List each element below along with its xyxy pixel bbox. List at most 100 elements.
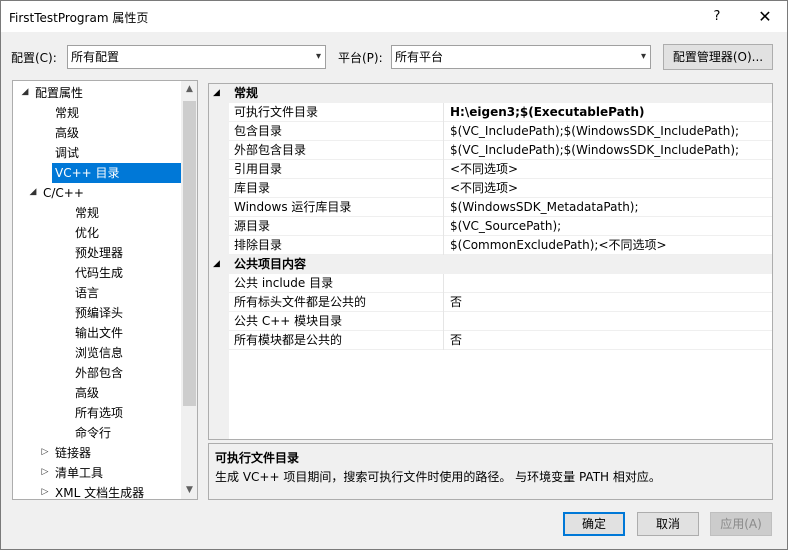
tree-item[interactable]: 常规 <box>72 203 99 223</box>
property-value[interactable]: $(CommonExcludePath);<不同选项> <box>450 236 770 255</box>
expand-icon[interactable]: ▷ <box>39 467 51 477</box>
tree-item[interactable]: 优化 <box>72 223 99 243</box>
property-value[interactable]: $(VC_SourcePath); <box>450 217 770 236</box>
platform-value: 所有平台 <box>395 50 444 64</box>
description-text: 生成 VC++ 项目期间，搜索可执行文件时使用的路径。 与环境变量 PATH 相… <box>215 470 661 484</box>
property-row[interactable]: 包含目录 $(VC_IncludePath);$(WindowsSDK_Inclu… <box>209 122 772 141</box>
property-value[interactable]: 否 <box>450 331 770 350</box>
scroll-thumb[interactable] <box>183 101 196 406</box>
row-margin <box>209 293 229 312</box>
row-margin <box>209 217 229 236</box>
scroll-up-icon[interactable]: ▲ <box>181 81 197 98</box>
tree-item[interactable]: 浏览信息 <box>72 343 123 363</box>
help-button[interactable]: ? <box>695 1 739 32</box>
row-margin <box>209 312 229 331</box>
property-row[interactable]: 所有标头文件都是公共的否 <box>209 293 772 312</box>
property-value[interactable]: 否 <box>450 293 770 312</box>
property-name: 库目录 <box>234 179 444 198</box>
property-value[interactable]: <不同选项> <box>450 179 770 198</box>
cancel-button[interactable]: 取消 <box>637 512 699 536</box>
title-bar: FirstTestProgram 属性页 ? ✕ <box>1 1 787 32</box>
platform-select[interactable]: 所有平台 ▾ <box>391 45 651 69</box>
tree-item[interactable]: 外部包含 <box>72 363 123 383</box>
expand-icon[interactable]: ▷ <box>39 447 51 457</box>
tree-item[interactable]: 语言 <box>72 283 99 303</box>
config-select[interactable]: 所有配置 ▾ <box>67 45 326 69</box>
property-row[interactable]: 外部包含目录 $(VC_IncludePath);$(WindowsSDK_Inc… <box>209 141 772 160</box>
tree-item[interactable]: VC++ 目录 <box>52 163 181 183</box>
property-value[interactable]: $(VC_IncludePath);$(WindowsSDK_IncludePa… <box>450 122 770 141</box>
property-value[interactable] <box>450 274 770 293</box>
tree-item[interactable]: 调试 <box>52 143 79 163</box>
property-row[interactable]: 库目录 <不同选项> <box>209 179 772 198</box>
property-row[interactable]: 公共 include 目录 <box>209 274 772 293</box>
property-value[interactable]: $(VC_IncludePath);$(WindowsSDK_IncludePa… <box>450 141 770 160</box>
collapse-icon[interactable]: ◢ <box>19 87 31 97</box>
tree-item[interactable]: 代码生成 <box>72 263 123 283</box>
row-margin <box>209 141 229 160</box>
apply-button[interactable]: 应用(A) <box>710 512 772 536</box>
row-margin <box>209 331 229 350</box>
property-row[interactable]: 源目录 $(VC_SourcePath); <box>209 217 772 236</box>
row-margin <box>209 198 229 217</box>
grid-margin <box>209 350 229 439</box>
tree-item[interactable]: 预处理器 <box>72 243 123 263</box>
property-name: 外部包含目录 <box>234 141 444 160</box>
tree-item[interactable]: 预编译头 <box>72 303 123 323</box>
collapse-icon[interactable]: ◢ <box>27 187 39 197</box>
property-row[interactable]: 可执行文件目录 H:\eigen3;$(ExecutablePath) <box>209 103 772 122</box>
property-name: 可执行文件目录 <box>234 103 444 122</box>
tree-item[interactable]: 所有选项 <box>72 403 123 423</box>
description-title: 可执行文件目录 <box>215 451 300 465</box>
row-margin <box>209 122 229 141</box>
close-button[interactable]: ✕ <box>743 1 787 32</box>
chevron-down-icon: ▾ <box>315 51 321 62</box>
property-row[interactable]: Windows 运行库目录 $(WindowsSDK_MetadataPath); <box>209 198 772 217</box>
expand-icon[interactable]: ▷ <box>39 487 51 497</box>
property-name: 源目录 <box>234 217 444 236</box>
property-row[interactable]: 所有模块都是公共的否 <box>209 331 772 350</box>
row-margin <box>209 103 229 122</box>
ok-button[interactable]: 确定 <box>563 512 625 536</box>
tree-item[interactable]: C/C++ <box>40 183 84 203</box>
window-title: FirstTestProgram 属性页 <box>9 11 149 25</box>
property-row[interactable]: 排除目录 $(CommonExcludePath);<不同选项> <box>209 236 772 255</box>
property-value[interactable]: $(WindowsSDK_MetadataPath); <box>450 198 770 217</box>
property-name: Windows 运行库目录 <box>234 198 444 217</box>
tree-item[interactable]: 高级 <box>72 383 99 403</box>
config-label: 配置(C): <box>11 51 57 65</box>
property-name: 所有标头文件都是公共的 <box>234 293 444 312</box>
property-value[interactable] <box>450 312 770 331</box>
tree-item[interactable]: 链接器 <box>52 443 91 463</box>
row-margin <box>209 274 229 293</box>
tree-item[interactable]: 高级 <box>52 123 79 143</box>
tree-item[interactable]: XML 文档生成器 <box>52 483 144 499</box>
property-name: 所有模块都是公共的 <box>234 331 444 350</box>
scroll-down-icon[interactable]: ▼ <box>181 482 197 499</box>
tree-scrollbar[interactable]: ▲ ▼ <box>181 81 197 499</box>
config-value: 所有配置 <box>71 50 120 64</box>
config-manager-button[interactable]: 配置管理器(O)... <box>663 44 773 70</box>
tree-item[interactable]: 常规 <box>52 103 79 123</box>
property-row[interactable]: 公共 C++ 模块目录 <box>209 312 772 331</box>
category-public-content[interactable]: ◢ 公共项目内容 <box>209 255 772 274</box>
property-value[interactable]: H:\eigen3;$(ExecutablePath) <box>450 103 770 122</box>
collapse-icon[interactable]: ◢ <box>213 255 225 274</box>
platform-label: 平台(P): <box>338 51 383 65</box>
tree-item[interactable]: 清单工具 <box>52 463 103 483</box>
property-row[interactable]: 引用目录 <不同选项> <box>209 160 772 179</box>
property-name: 公共 C++ 模块目录 <box>234 312 444 331</box>
row-margin <box>209 236 229 255</box>
description-panel: 可执行文件目录 生成 VC++ 项目期间，搜索可执行文件时使用的路径。 与环境变… <box>208 443 773 500</box>
row-margin <box>209 179 229 198</box>
property-name: 排除目录 <box>234 236 444 255</box>
property-name: 包含目录 <box>234 122 444 141</box>
property-value[interactable]: <不同选项> <box>450 160 770 179</box>
tree-item[interactable]: 输出文件 <box>72 323 123 343</box>
category-general[interactable]: ◢ 常规 <box>209 84 772 103</box>
tree-item[interactable]: 命令行 <box>72 423 111 443</box>
property-pages-dialog: FirstTestProgram 属性页 ? ✕ 配置(C): 所有配置 ▾ 平… <box>0 0 788 550</box>
collapse-icon[interactable]: ◢ <box>213 84 225 103</box>
tree-item[interactable]: 配置属性 <box>32 83 83 103</box>
property-name: 引用目录 <box>234 160 444 179</box>
